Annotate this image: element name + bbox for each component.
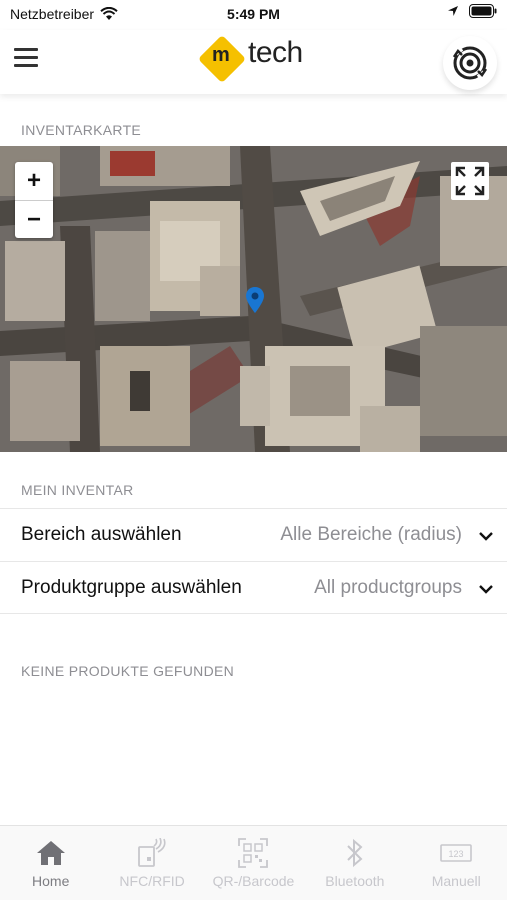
productgroup-select-row[interactable]: Produktgruppe auswählen All productgroup… <box>0 561 507 614</box>
logo-wordmark: tech <box>248 36 303 69</box>
productgroup-select-label: Produktgruppe auswählen <box>21 577 242 598</box>
inventory-map[interactable]: + − <box>0 146 507 452</box>
bluetooth-icon <box>347 838 363 868</box>
nfc-icon <box>138 838 166 867</box>
tab-label: NFC/RFID <box>119 873 185 889</box>
zoom-in-button[interactable]: + <box>15 162 53 200</box>
svg-text:123: 123 <box>449 849 464 859</box>
empty-results-label: KEINE PRODUKTE GEFUNDEN <box>21 663 235 679</box>
status-icons <box>447 4 497 18</box>
fullscreen-icon <box>451 162 489 200</box>
tab-manuell[interactable]: 123 Manuell <box>406 826 507 900</box>
sync-target-icon <box>452 46 488 80</box>
map-section-label: INVENTARKARTE <box>21 122 142 138</box>
zoom-out-button[interactable]: − <box>15 200 53 238</box>
tab-home[interactable]: Home <box>0 826 101 900</box>
productgroup-select-value: All productgroups <box>314 577 462 598</box>
area-select-label: Bereich auswählen <box>21 524 182 545</box>
tab-label: Bluetooth <box>325 873 385 889</box>
tab-bluetooth[interactable]: Bluetooth <box>304 826 405 900</box>
tab-label: Manuell <box>431 873 481 889</box>
area-select-value: Alle Bereiche (radius) <box>280 524 462 545</box>
tab-qr-barcode[interactable]: QR-/Barcode <box>203 826 304 900</box>
qr-code-icon <box>238 838 269 868</box>
tab-label: QR-/Barcode <box>212 873 295 889</box>
tab-nfc-rfid[interactable]: NFC/RFID <box>101 826 202 900</box>
status-bar: Netzbetreiber 5:49 PM <box>0 0 507 30</box>
location-arrow-icon <box>448 6 458 16</box>
sync-button[interactable] <box>443 36 497 90</box>
clock: 5:49 PM <box>227 6 280 22</box>
fullscreen-button[interactable] <box>451 162 489 200</box>
location-marker-icon[interactable] <box>246 287 264 313</box>
bottom-tab-bar: Home NFC/RFID QR-/Barcode Bluetooth 123 … <box>0 825 507 900</box>
tab-label: Home <box>32 873 70 889</box>
app-header: m tech <box>0 30 507 94</box>
hamburger-icon[interactable] <box>14 48 38 70</box>
logo-m: m <box>212 44 230 66</box>
battery-icon <box>469 4 497 18</box>
area-select-row[interactable]: Bereich auswählen Alle Bereiche (radius) <box>0 508 507 561</box>
inventory-section-label: MEIN INVENTAR <box>21 482 134 498</box>
chevron-down-icon <box>479 585 493 594</box>
home-icon <box>36 841 65 865</box>
chevron-down-icon <box>479 532 493 541</box>
keypad-icon: 123 <box>440 844 473 862</box>
zoom-controls: + − <box>15 162 53 238</box>
